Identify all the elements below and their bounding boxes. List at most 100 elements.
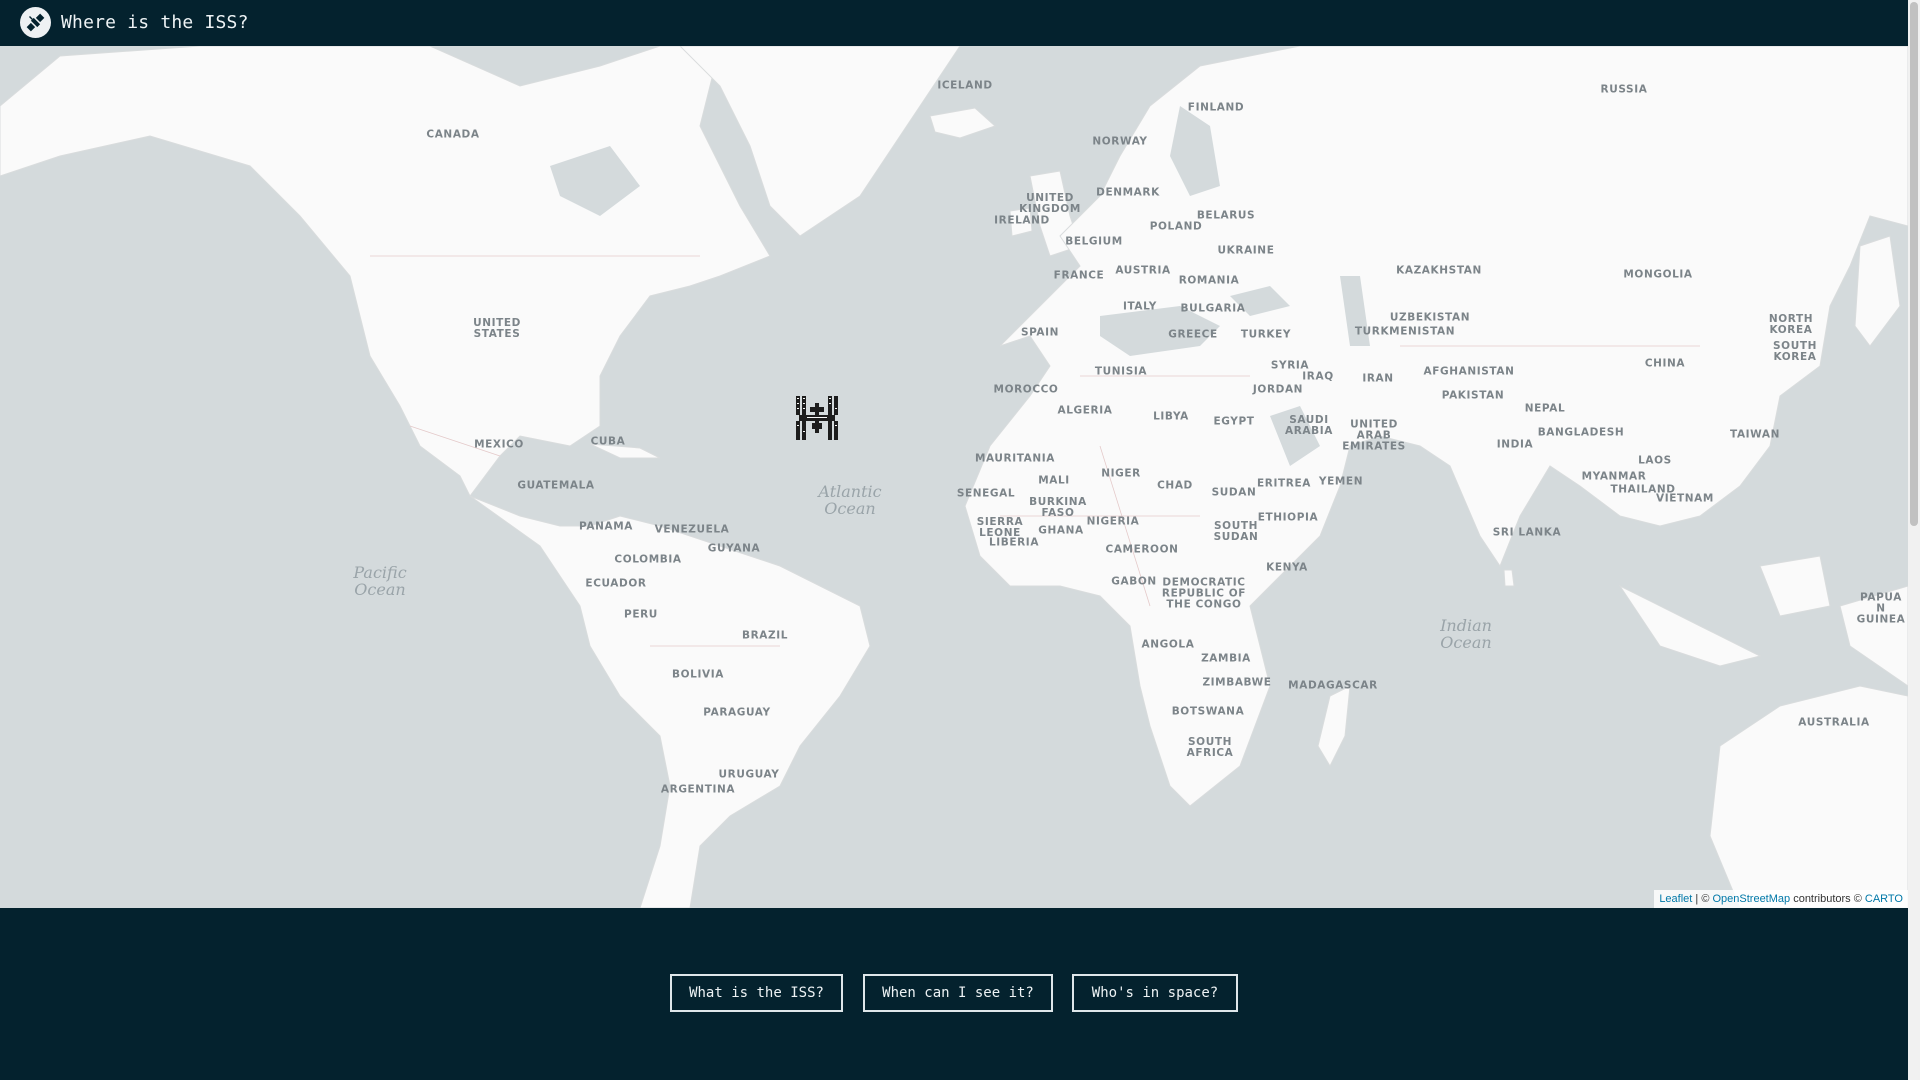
country-label: ALGERIA — [1057, 404, 1113, 417]
iss-station-icon[interactable] — [795, 395, 839, 441]
country-label: SAUDI ARABIA — [1285, 414, 1333, 437]
country-label: ITALY — [1122, 300, 1158, 313]
attribution-separator: | © — [1692, 893, 1713, 905]
country-label: JORDAN — [1252, 383, 1304, 396]
country-label: ICELAND — [937, 79, 993, 92]
country-label: NEPAL — [1524, 402, 1566, 415]
world-map[interactable]: Atlantic Ocean Pacific Ocean Indian Ocea… — [0, 46, 1908, 908]
country-label: UKRAINE — [1217, 244, 1275, 257]
attribution-contributors: contributors © — [1790, 893, 1865, 905]
country-label: BOTSWANA — [1171, 705, 1245, 718]
country-label: POLAND — [1149, 220, 1203, 233]
country-label: EGYPT — [1213, 415, 1255, 428]
ocean-label-atlantic: Atlantic Ocean — [818, 482, 882, 518]
country-label: RUSSIA — [1600, 83, 1648, 96]
country-label: ECUADOR — [585, 577, 647, 590]
ocean-label-pacific: Pacific Ocean — [353, 563, 407, 599]
country-label: TURKMENISTAN — [1354, 325, 1456, 338]
country-label: BULGARIA — [1180, 302, 1246, 315]
country-label: AUSTRIA — [1115, 264, 1171, 277]
ocean-label-indian: Indian Ocean — [1440, 616, 1492, 652]
country-label: GUYANA — [707, 542, 761, 555]
openstreetmap-link[interactable]: OpenStreetMap — [1712, 893, 1790, 905]
map-attribution: Leaflet | © OpenStreetMap contributors ©… — [1654, 890, 1908, 908]
country-label: BANGLADESH — [1537, 426, 1625, 439]
country-label: URUGUAY — [718, 768, 780, 781]
country-label: BELGIUM — [1065, 235, 1123, 248]
country-label: PAPUA N GUINEA — [1856, 591, 1906, 626]
country-label: ETHIOPIA — [1257, 511, 1319, 524]
country-label: DENMARK — [1096, 186, 1160, 199]
country-label: YEMEN — [1318, 475, 1364, 488]
country-label: KAZAKHSTAN — [1396, 264, 1482, 277]
country-label: PANAMA — [579, 520, 633, 533]
country-label: INDIA — [1496, 438, 1534, 451]
country-label: LIBYA — [1153, 410, 1189, 423]
country-label: KENYA — [1266, 561, 1308, 574]
country-label: SUDAN — [1211, 486, 1257, 499]
country-label: NORTH KOREA — [1768, 313, 1814, 336]
country-label: MEXICO — [474, 438, 524, 451]
page-title: Where is the ISS? — [61, 12, 249, 33]
country-label: SPAIN — [1020, 326, 1060, 339]
country-label: IRAQ — [1302, 370, 1334, 383]
country-label: AFGHANISTAN — [1423, 365, 1515, 378]
country-label: ARGENTINA — [660, 783, 736, 796]
country-label: PERU — [624, 608, 658, 621]
scrollbar-thumb[interactable] — [1910, 2, 1918, 526]
country-label: TUNISIA — [1094, 365, 1148, 378]
country-label: CAMEROON — [1105, 543, 1179, 556]
country-label: MAURITANIA — [974, 452, 1056, 465]
country-label: LAOS — [1638, 454, 1672, 467]
country-label: FINLAND — [1187, 101, 1245, 114]
country-label: VIETNAM — [1656, 492, 1714, 505]
country-label: GREECE — [1168, 328, 1218, 341]
country-label: UNITED ARAB EMIRATES — [1342, 418, 1406, 453]
footer-nav: What is the ISS? When can I see it? Who'… — [0, 908, 1908, 1080]
country-label: NIGERIA — [1086, 515, 1140, 528]
satellite-icon[interactable] — [20, 7, 51, 38]
country-label: GUATEMALA — [517, 479, 595, 492]
country-label: IRELAND — [994, 214, 1050, 227]
country-label: ERITREA — [1257, 477, 1311, 490]
country-label: AUSTRALIA — [1798, 716, 1870, 729]
country-label: GABON — [1111, 575, 1157, 588]
country-label: BOLIVIA — [672, 668, 724, 681]
country-label: CANADA — [426, 128, 480, 141]
country-label: SOUTH KOREA — [1773, 340, 1817, 363]
country-label: LIBERIA — [988, 536, 1040, 549]
country-label: MOROCCO — [993, 383, 1059, 396]
country-label: ZAMBIA — [1201, 652, 1251, 665]
country-label: NORWAY — [1092, 135, 1148, 148]
country-label: NIGER — [1101, 467, 1141, 480]
country-label: UZBEKISTAN — [1389, 311, 1471, 324]
country-label: FRANCE — [1053, 269, 1105, 282]
country-label: IRAN — [1362, 372, 1394, 385]
country-label: PARAGUAY — [703, 706, 771, 719]
country-label: TAIWAN — [1729, 428, 1781, 441]
country-label: CHAD — [1157, 479, 1193, 492]
country-label: ZIMBABWE — [1202, 676, 1272, 689]
whos-in-space-button[interactable]: Who's in space? — [1072, 974, 1238, 1012]
country-label: BELARUS — [1196, 209, 1256, 222]
country-label: GHANA — [1038, 524, 1084, 537]
country-label: SOUTH AFRICA — [1186, 736, 1234, 759]
what-is-iss-button[interactable]: What is the ISS? — [670, 974, 843, 1012]
leaflet-link[interactable]: Leaflet — [1659, 893, 1692, 905]
page-scrollbar[interactable] — [1908, 0, 1920, 1080]
country-label: MALI — [1038, 474, 1070, 487]
country-label: VENEZUELA — [654, 523, 730, 536]
country-label: CHINA — [1644, 357, 1686, 370]
when-can-i-see-it-button[interactable]: When can I see it? — [863, 974, 1053, 1012]
country-label: ANGOLA — [1141, 638, 1195, 651]
country-label: PAKISTAN — [1441, 389, 1505, 402]
country-label: BRAZIL — [741, 629, 789, 642]
country-label: DEMOCRATIC REPUBLIC OF THE CONGO — [1161, 576, 1247, 611]
country-label: MYANMAR — [1581, 470, 1647, 483]
country-label: ROMANIA — [1178, 274, 1240, 287]
country-label: COLOMBIA — [614, 553, 682, 566]
carto-link[interactable]: CARTO — [1865, 893, 1903, 905]
country-label: UNITED KINGDOM — [1019, 192, 1081, 215]
country-label: CUBA — [590, 435, 626, 448]
country-label: TURKEY — [1240, 328, 1292, 341]
